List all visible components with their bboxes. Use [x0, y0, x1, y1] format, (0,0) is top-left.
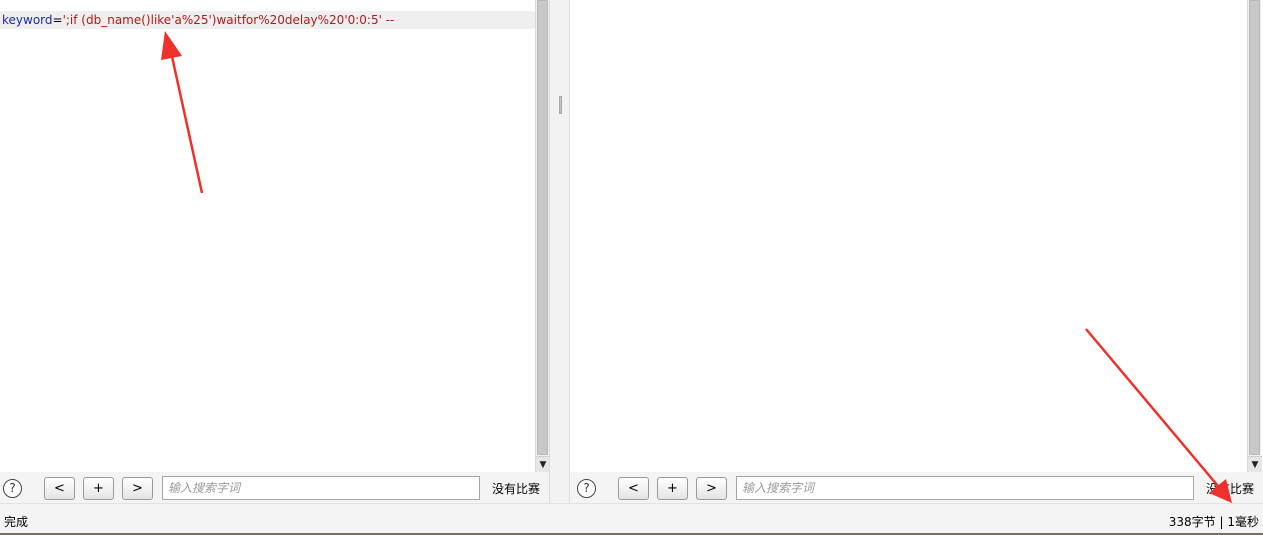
scrollbar-thumb[interactable]	[1249, 0, 1260, 455]
request-vertical-scrollbar[interactable]: ▼	[535, 0, 550, 472]
pane-splitter[interactable]	[549, 0, 570, 503]
scroll-down-arrow-icon[interactable]: ▼	[536, 456, 550, 472]
match-count-label: 没有比赛	[492, 482, 541, 496]
response-search-toolbar: ? < + > 没有比赛	[570, 472, 1263, 503]
param-value: ';if (db_name()like'a%25')waitfor%20dela…	[62, 13, 395, 27]
request-editor-pane[interactable]: keyword=';if (db_name()like'a%25')waitfo…	[0, 0, 535, 472]
response-vertical-scrollbar[interactable]: ▼	[1247, 0, 1262, 472]
status-bar: 完成 338字节 | 1毫秒	[0, 503, 1263, 533]
response-search-input[interactable]	[736, 476, 1194, 500]
question-circle-icon[interactable]: ?	[3, 479, 22, 498]
add-search-button[interactable]: +	[657, 477, 688, 500]
next-match-button[interactable]: >	[122, 477, 153, 500]
scroll-down-arrow-icon[interactable]: ▼	[1248, 456, 1262, 472]
request-body-line[interactable]: keyword=';if (db_name()like'a%25')waitfo…	[0, 11, 535, 29]
status-text: 完成	[4, 515, 29, 529]
response-size-time: 338字节 | 1毫秒	[1168, 515, 1259, 529]
response-viewer-pane[interactable]	[570, 0, 1247, 472]
param-equals: =	[52, 13, 63, 27]
question-circle-icon[interactable]: ?	[577, 479, 596, 498]
next-match-button[interactable]: >	[696, 477, 727, 500]
previous-match-button[interactable]: <	[618, 477, 649, 500]
add-search-button[interactable]: +	[83, 477, 114, 500]
request-search-toolbar: ? < + > 没有比赛	[0, 472, 549, 503]
request-search-input[interactable]	[162, 476, 480, 500]
app-window: keyword=';if (db_name()like'a%25')waitfo…	[0, 0, 1263, 535]
scrollbar-thumb[interactable]	[537, 0, 548, 455]
match-count-label: 没有比赛	[1206, 482, 1255, 496]
splitter-grip-icon[interactable]	[559, 96, 562, 114]
param-name: keyword	[2, 13, 53, 27]
previous-match-button[interactable]: <	[44, 477, 75, 500]
